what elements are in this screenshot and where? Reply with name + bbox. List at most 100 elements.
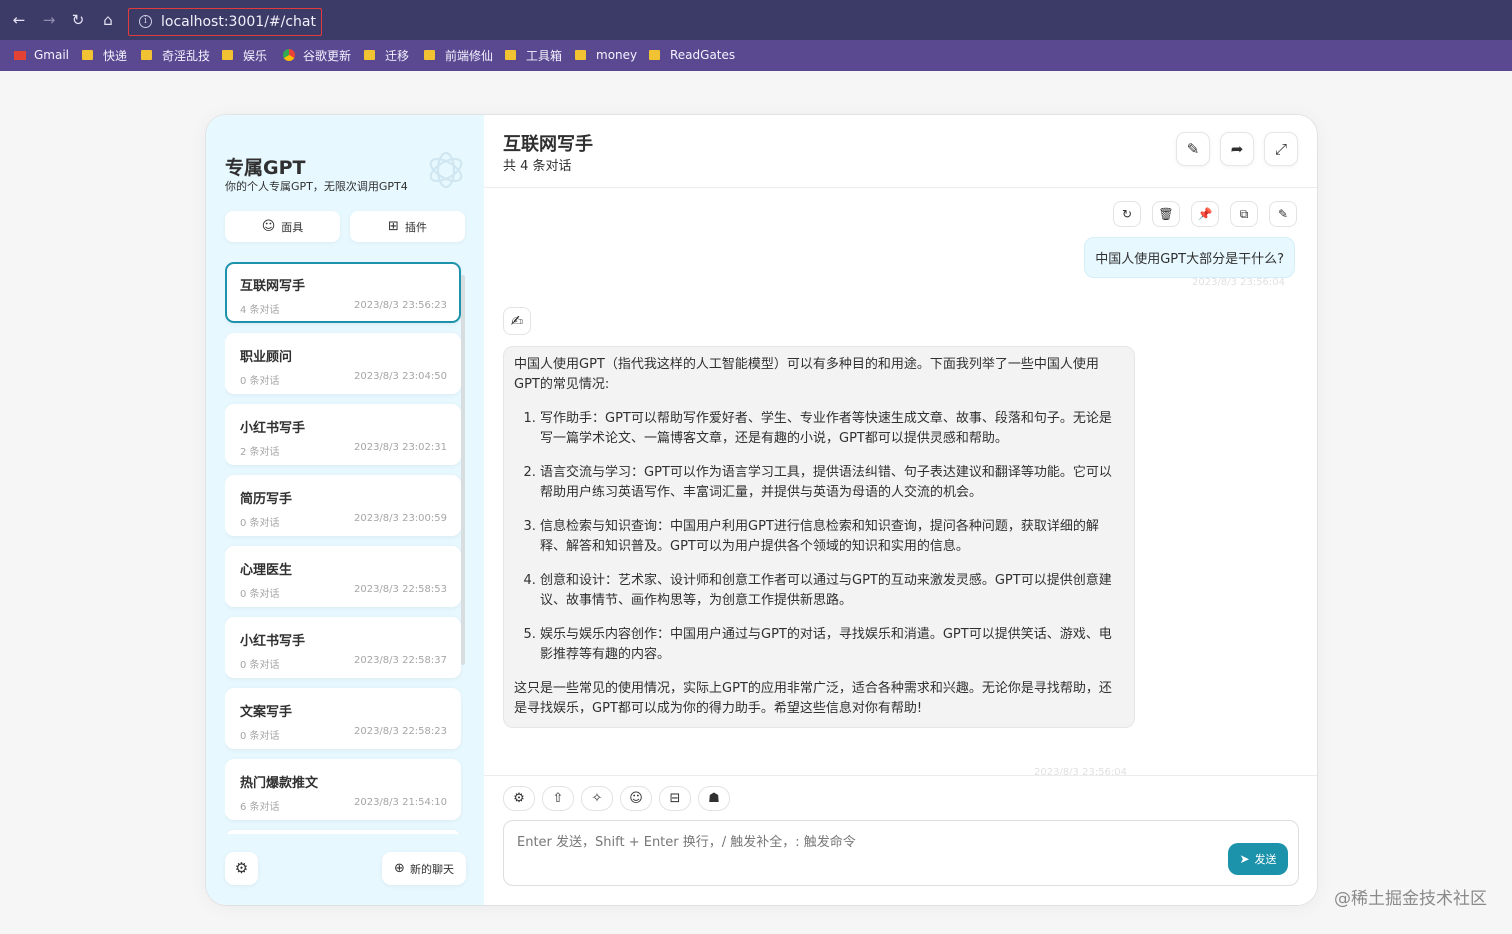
browser-toolbar: ← → ↻ ⌂ i localhost:3001/#/chat [0, 0, 1512, 40]
bookmark-folder[interactable]: money [575, 47, 637, 63]
message-actions: ↻ 🗑 📌 ⧉ ✎ [1102, 201, 1297, 227]
bookmark-folder[interactable]: 迁移 [364, 47, 409, 63]
send-icon: ➤ [1239, 852, 1250, 866]
refresh-icon: ↻ [1121, 207, 1133, 221]
session-item[interactable]: 简历写手 0 条对话 2023/8/3 23:00:59 [225, 475, 461, 536]
session-item[interactable]: 小红书写手 2 条对话 2023/8/3 23:02:31 [225, 404, 461, 465]
session-list-scrollbar[interactable] [461, 275, 465, 665]
gmail-icon [14, 50, 26, 60]
robot-icon: ☗ [708, 791, 720, 806]
session-list: 互联网写手 4 条对话 2023/8/3 23:56:23 职业顾问 0 条对话… [225, 262, 463, 834]
address-bar[interactable]: i localhost:3001/#/chat [128, 8, 322, 36]
folder-icon [82, 50, 93, 60]
delete-button[interactable]: 🗑 [1152, 201, 1180, 227]
session-item[interactable]: 小红书写手 0 条对话 2023/8/3 22:58:37 [225, 617, 461, 678]
bookmark-folder[interactable]: 娱乐 [222, 47, 267, 63]
scroll-top-button[interactable]: ⇧ [542, 786, 574, 811]
reload-icon[interactable]: ↻ [68, 10, 88, 30]
retry-button[interactable]: ↻ [1113, 201, 1141, 227]
sidebar: 专属GPT 你的个人专属GPT，无限次调用GPT4 ☺ 面具 ⊞ 插件 互联网写… [206, 115, 484, 905]
chat-toolbar: ⚙ ⇧ ✧ ☺ ⊟ ☗ [503, 786, 737, 811]
share-arrow-icon: ➦ [1230, 140, 1244, 158]
chat-panel: 互联网写手 共 4 条对话 ✎ ➦ ⤢ ↻ 🗑 📌 ⧉ ✎ 中国人使用GPT大部… [484, 115, 1317, 905]
list-item: 娱乐与娱乐内容创作：中国用户通过与GPT的对话，寻找娱乐和消遣。GPT可以提供笑… [540, 625, 1124, 665]
user-message-date: 2023/8/3 23:56:04 [1191, 277, 1285, 288]
bot-avatar: ✍ [503, 307, 531, 335]
rename-button[interactable]: ✎ [1176, 132, 1210, 166]
message-list: ↻ 🗑 📌 ⧉ ✎ 中国人使用GPT大部分是干什么? 2023/8/3 23:5… [484, 189, 1317, 778]
bookmark-folder[interactable]: 工具箱 [505, 47, 562, 63]
sidebar-subtitle: 你的个人专属GPT，无限次调用GPT4 [225, 180, 408, 193]
mask-icon: ☺ [629, 791, 643, 806]
plugin-button[interactable]: ⊞ 插件 [350, 211, 465, 242]
bookmark-gmail[interactable]: Gmail [14, 47, 69, 63]
magic-wand-icon: ✧ [591, 791, 603, 806]
chat-title: 互联网写手 [503, 134, 593, 155]
add-circle-icon: ⊕ [394, 861, 405, 876]
bookmark-folder[interactable]: ReadGates [649, 47, 735, 63]
chat-header: 互联网写手 共 4 条对话 ✎ ➦ ⤢ [484, 115, 1317, 188]
copy-button[interactable]: ⧉ [1230, 201, 1258, 227]
input-placeholder: Enter 发送，Shift + Enter 换行，/ 触发补全，: 触发命令 [517, 835, 856, 850]
pencil-icon: ✎ [1277, 207, 1289, 221]
prompt-button[interactable]: ✧ [581, 786, 613, 811]
chat-subtitle: 共 4 条对话 [503, 159, 572, 174]
bot-list: 写作助手：GPT可以帮助写作爱好者、学生、专业作者等快速生成文章、故事、段落和句… [514, 409, 1124, 665]
folder-icon [575, 50, 586, 60]
input-panel: ⚙ ⇧ ✧ ☺ ⊟ ☗ Enter 发送，Shift + Enter 换行，/ … [484, 775, 1317, 905]
folder-icon [505, 50, 516, 60]
session-item[interactable]: 职业顾问 0 条对话 2023/8/3 23:04:50 [225, 333, 461, 394]
bookmark-folder[interactable]: 快递 [82, 47, 127, 63]
break-icon: ⊟ [669, 791, 681, 806]
chrome-icon [283, 49, 295, 61]
session-item[interactable]: 热门爆款推文 6 条对话 2023/8/3 21:54:10 [225, 759, 461, 820]
bot-message: 中国人使用GPT（指代我这样的人工智能模型）可以有多种目的和用途。下面我列举了一… [503, 346, 1135, 728]
forward-icon[interactable]: → [39, 10, 59, 30]
user-message: 中国人使用GPT大部分是干什么? [1084, 237, 1295, 278]
folder-icon [649, 50, 660, 60]
bot-outro: 这只是一些常见的使用情况，实际上GPT的应用非常广泛，适合各种需求和兴趣。无论你… [514, 681, 1112, 716]
mask-tool-button[interactable]: ☺ [620, 786, 652, 811]
chat-settings-button[interactable]: ⚙ [503, 786, 535, 811]
session-item[interactable]: 文案写手 0 条对话 2023/8/3 22:58:23 [225, 688, 461, 749]
folder-icon [424, 50, 435, 60]
mask-icon: ☺ [261, 219, 276, 234]
url-text: localhost:3001/#/chat [161, 14, 316, 30]
pin-button[interactable]: 📌 [1191, 201, 1219, 227]
fullscreen-button[interactable]: ⤢ [1264, 132, 1298, 166]
list-item: 创意和设计：艺术家、设计师和创意工作者可以通过与GPT的互动来激发灵感。GPT可… [540, 571, 1124, 611]
session-item[interactable]: 互联网写手 4 条对话 2023/8/3 23:56:23 [225, 262, 461, 323]
settings-button[interactable]: ⚙ [225, 852, 258, 885]
bookmark-chrome[interactable]: 谷歌更新 [283, 47, 351, 63]
edit-button[interactable]: ✎ [1269, 201, 1297, 227]
app-window: 专属GPT 你的个人专属GPT，无限次调用GPT4 ☺ 面具 ⊞ 插件 互联网写… [206, 115, 1317, 905]
back-icon[interactable]: ← [9, 10, 29, 30]
pencil-icon: ✎ [1186, 140, 1200, 158]
bookmark-folder[interactable]: 奇淫乱技 [141, 47, 210, 63]
mask-button[interactable]: ☺ 面具 [225, 211, 340, 242]
model-button[interactable]: ☗ [698, 786, 730, 811]
gear-icon: ⚙ [513, 791, 525, 806]
home-icon[interactable]: ⌂ [98, 10, 118, 30]
chat-input[interactable]: Enter 发送，Shift + Enter 换行，/ 触发补全，: 触发命令 … [503, 820, 1299, 886]
folder-icon [141, 50, 152, 60]
send-button[interactable]: ➤ 发送 [1228, 843, 1288, 875]
new-chat-button[interactable]: ⊕ 新的聊天 [382, 852, 466, 885]
expand-icon: ⤢ [1274, 140, 1287, 158]
copy-icon: ⧉ [1239, 207, 1249, 221]
list-item: 语言交流与学习：GPT可以作为语言学习工具，提供语法纠错、句子表达建议和翻译等功… [540, 463, 1124, 503]
session-item-partial[interactable] [225, 830, 461, 834]
openai-logo-icon [429, 151, 463, 189]
clear-context-button[interactable]: ⊟ [659, 786, 691, 811]
list-item: 写作助手：GPT可以帮助写作爱好者、学生、专业作者等快速生成文章、故事、段落和句… [540, 409, 1124, 449]
watermark: @稀土掘金技术社区 [1334, 889, 1487, 909]
session-item[interactable]: 心理医生 0 条对话 2023/8/3 22:58:53 [225, 546, 461, 607]
sidebar-title: 专属GPT [225, 157, 306, 179]
gear-icon: ⚙ [234, 859, 249, 877]
bot-intro: 中国人使用GPT（指代我这样的人工智能模型）可以有多种目的和用途。下面我列举了一… [514, 357, 1099, 392]
share-button[interactable]: ➦ [1220, 132, 1254, 166]
site-info-icon[interactable]: i [139, 15, 152, 28]
folder-icon [364, 50, 375, 60]
arrow-up-circle-icon: ⇧ [552, 791, 564, 806]
bookmark-folder[interactable]: 前端修仙 [424, 47, 493, 63]
